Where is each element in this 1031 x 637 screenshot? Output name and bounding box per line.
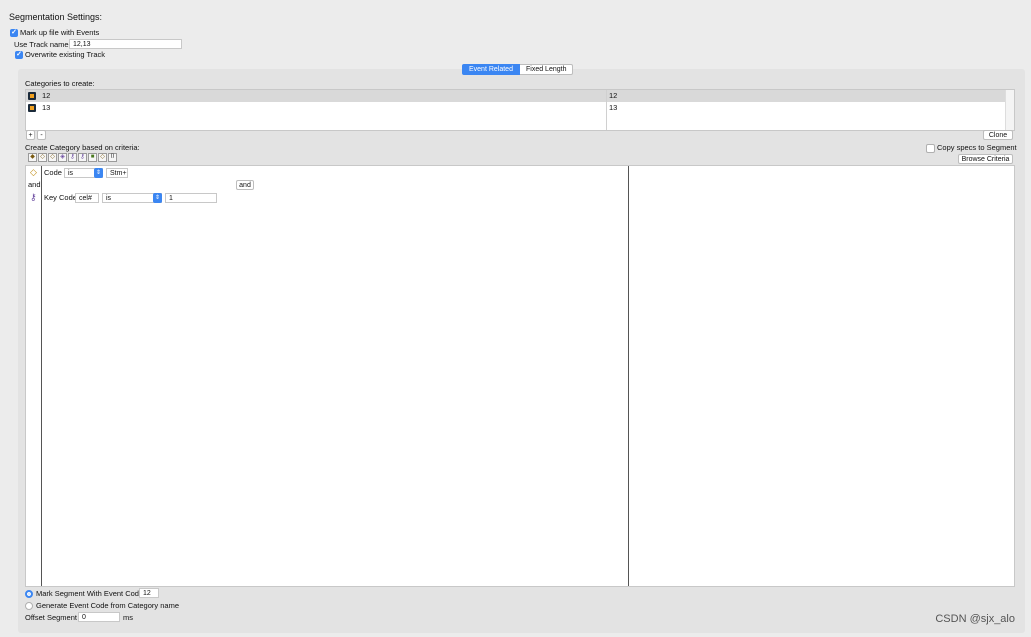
copy-specs-label: Copy specs to Segment [937,143,1017,152]
event-diamond-icon: ◇ [30,167,37,177]
markup-label: Mark up file with Events [20,28,100,37]
track-name-label: Use Track name: [14,40,71,49]
track-name-input[interactable]: 12,13 [69,39,182,49]
code-value-input[interactable]: Stm+ [106,168,128,178]
event-diamond-icon[interactable]: ◈ [58,153,67,162]
page-title: Segmentation Settings: [9,12,103,22]
event-diamond-icon[interactable]: ◇ [98,153,107,162]
trigger-icon[interactable]: ■ [88,153,97,162]
key-icon[interactable]: ⚷ [78,153,87,162]
event-diamond-icon[interactable]: ◇ [38,153,47,162]
tab-fixed-length[interactable]: Fixed Length [519,64,574,75]
categories-label: Categories to create: [25,79,95,88]
generate-code-radio[interactable] [25,602,33,610]
category-icon [28,104,36,112]
criteria-field-label: Key Code [44,193,77,202]
table-row[interactable]: 13 13 [26,102,1005,114]
column-divider [606,90,607,130]
markup-checkbox[interactable]: ✓ [10,29,18,37]
mark-segment-label: Mark Segment With Event Code: [36,589,146,598]
chevron-updown-icon: ⇕ [153,193,162,203]
key-icon: ⚷ [30,192,37,202]
key-icon[interactable]: ⚷ [68,153,77,162]
clone-button[interactable]: Clone [983,130,1013,140]
code-operator-value: is [68,170,74,177]
criteria-field-label: Code [44,168,62,177]
category-icon [28,92,36,100]
tab-event-related[interactable]: Event Related [462,64,520,75]
watermark: CSDN @sjx_alo [935,613,1015,625]
tab-bar: Event Related Fixed Length [462,64,574,75]
offset-unit-label: ms [123,613,133,622]
criteria-connector: and [28,180,41,189]
copy-specs-checkbox[interactable] [926,144,935,153]
category-name: 13 [42,103,51,112]
table-scrollbar[interactable] [1005,90,1014,130]
categories-table: 12 12 13 13 [25,89,1015,131]
mark-segment-code-input[interactable]: 12 [139,588,159,598]
offset-segment-label: Offset Segment [25,613,77,622]
bracket-icon[interactable]: ⌷ [108,153,117,162]
key-code-operator-select[interactable]: is ⇕ [102,193,162,203]
browse-criteria-button[interactable]: Browse Criteria [958,154,1013,164]
criteria-gutter-divider [41,166,42,586]
chevron-updown-icon: ⇕ [94,168,103,178]
criteria-stack-icon[interactable]: ◆ [28,153,37,162]
add-category-button[interactable]: + [26,130,35,140]
overwrite-label: Overwrite existing Track [25,50,106,59]
and-button[interactable]: and [236,180,254,190]
code-operator-select[interactable]: is ⇕ [64,168,103,178]
category-value: 12 [609,91,618,100]
key-code-subfield-input[interactable]: cel# [75,193,99,203]
remove-category-button[interactable]: - [37,130,46,140]
criteria-label: Create Category based on criteria: [25,143,140,152]
mark-segment-radio[interactable] [25,590,33,598]
category-name: 12 [42,91,51,100]
key-code-value-input[interactable]: 1 [165,193,217,203]
criteria-editor: ◇ Code is ⇕ Stm+ and and ⚷ Key Code cel#… [25,165,1015,587]
event-diamond-icon[interactable]: ◇ [48,153,57,162]
offset-segment-input[interactable]: 0 [78,612,120,622]
overwrite-checkbox[interactable]: ✓ [15,51,23,59]
criteria-toolbar: ◆ ◇ ◇ ◈ ⚷ ⚷ ■ ◇ ⌷ [28,153,117,162]
table-row[interactable]: 12 12 [26,90,1005,102]
key-code-operator-value: is [106,195,112,202]
criteria-split-divider[interactable] [628,166,629,586]
generate-code-label: Generate Event Code from Category name [36,601,179,610]
category-value: 13 [609,103,618,112]
